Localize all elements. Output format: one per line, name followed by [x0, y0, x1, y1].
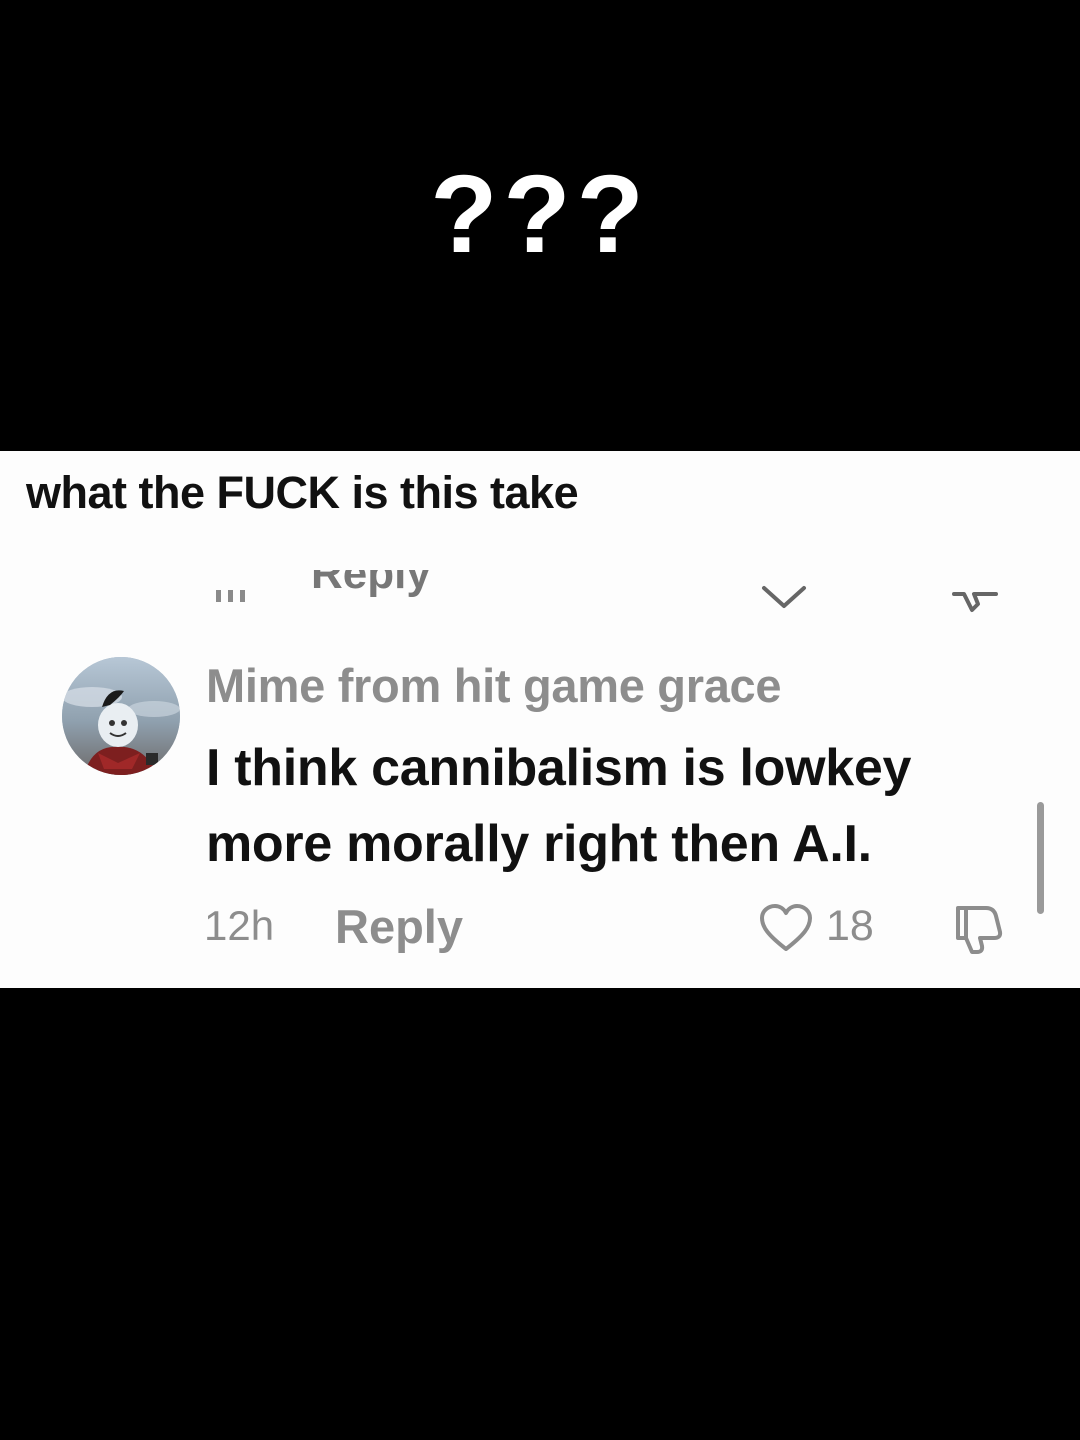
video-overlay-caption: ???	[430, 153, 650, 276]
heart-icon[interactable]	[758, 903, 814, 953]
previous-reply-button[interactable]: Reply	[311, 570, 431, 596]
like-count: 18	[826, 902, 874, 950]
comment-username[interactable]: Mime from hit game grace	[206, 660, 782, 712]
avatar[interactable]	[62, 657, 180, 775]
chevron-down-icon[interactable]	[760, 584, 808, 614]
previous-comment-time	[216, 590, 250, 602]
comment-text: I think cannibalism is lowkey more moral…	[206, 739, 912, 873]
thumbs-down-icon[interactable]	[950, 902, 1006, 956]
scrollbar[interactable]	[1037, 802, 1044, 914]
previous-comment-actions: Reply	[0, 570, 1080, 618]
comment-timestamp: 12h	[204, 902, 275, 949]
thumbs-down-icon[interactable]	[950, 580, 1002, 614]
reply-button[interactable]: Reply	[335, 903, 463, 950]
avatar-image	[62, 657, 180, 775]
post-caption: what the FUCK is this take	[26, 467, 579, 518]
